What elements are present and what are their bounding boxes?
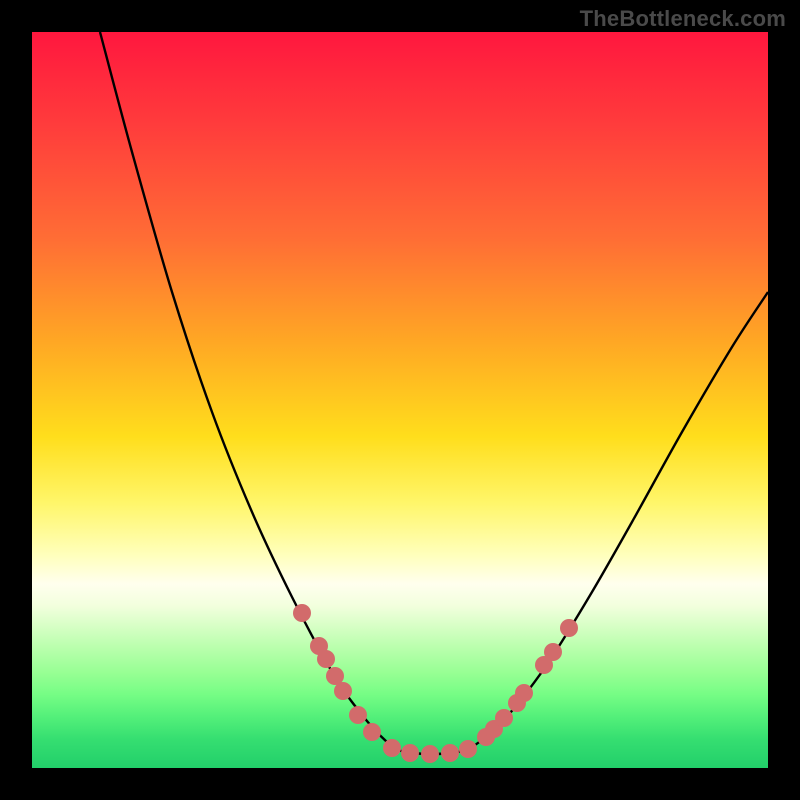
marker-dot — [401, 744, 419, 762]
plot-area — [32, 32, 768, 768]
marker-dot — [441, 744, 459, 762]
marker-dot — [349, 706, 367, 724]
marker-dot — [495, 709, 513, 727]
marker-dot — [459, 740, 477, 758]
marker-dot — [515, 684, 533, 702]
curve-left — [100, 32, 397, 750]
marker-dot — [334, 682, 352, 700]
marker-group — [293, 604, 578, 763]
watermark-label: TheBottleneck.com — [580, 6, 786, 32]
marker-dot — [363, 723, 381, 741]
marker-dot — [383, 739, 401, 757]
curve-layer — [32, 32, 768, 768]
curve-right — [467, 292, 768, 750]
marker-dot — [421, 745, 439, 763]
marker-dot — [317, 650, 335, 668]
marker-dot — [560, 619, 578, 637]
chart-frame: TheBottleneck.com — [0, 0, 800, 800]
marker-dot — [293, 604, 311, 622]
marker-dot — [544, 643, 562, 661]
